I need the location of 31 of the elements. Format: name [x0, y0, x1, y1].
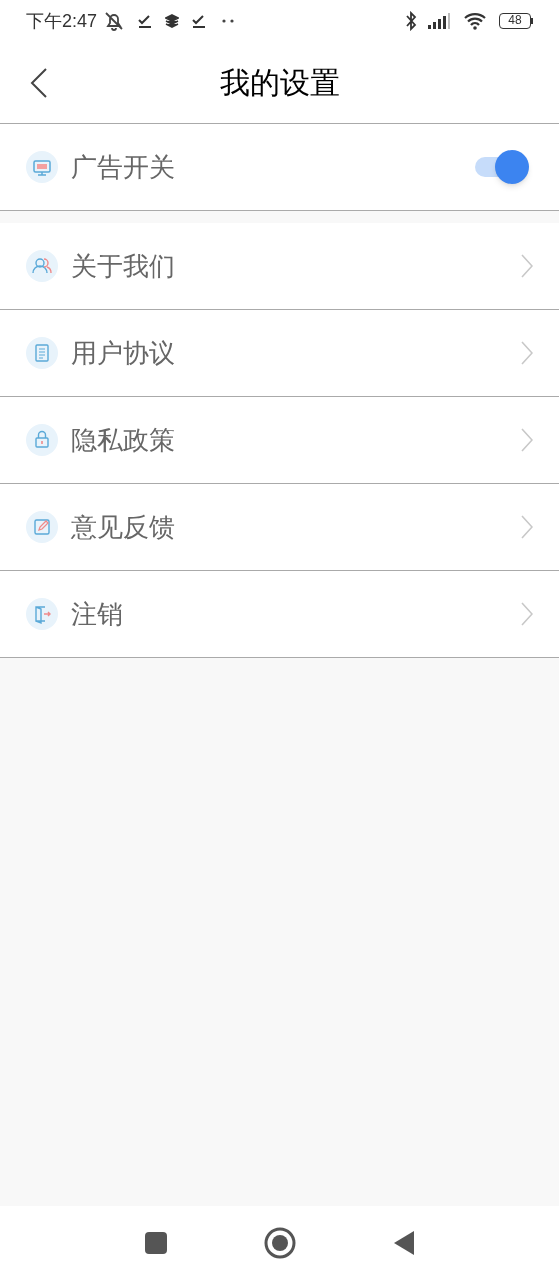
- layers-icon: [165, 14, 180, 28]
- more-dots-icon: [221, 18, 236, 24]
- chevron-right-icon: [521, 515, 533, 539]
- chevron-right-icon: [521, 254, 533, 278]
- ad-screen-icon: [26, 151, 58, 183]
- battery-indicator: 48: [499, 13, 533, 29]
- document-icon: [26, 337, 58, 369]
- edit-icon: [26, 511, 58, 543]
- status-time: 下午2:47: [26, 9, 98, 33]
- menu-item[interactable]: 意见反馈: [0, 484, 559, 571]
- menu-item[interactable]: 注销: [0, 571, 559, 658]
- bluetooth-icon: [405, 11, 417, 31]
- back-icon[interactable]: [30, 66, 48, 99]
- menu-item[interactable]: 用户协议: [0, 310, 559, 397]
- menu-item[interactable]: 关于我们: [0, 223, 559, 310]
- exit-door-icon: [26, 598, 58, 630]
- ad-toggle-switch[interactable]: [475, 150, 529, 184]
- home-button[interactable]: [263, 1227, 296, 1259]
- recent-apps-button[interactable]: [143, 1231, 168, 1255]
- page-title: 我的设置: [219, 65, 340, 101]
- wifi-icon: [463, 12, 487, 30]
- check-icon: [191, 13, 208, 29]
- check-icon: [137, 13, 154, 29]
- setting-label: 广告开关: [71, 150, 175, 184]
- chevron-right-icon: [521, 341, 533, 365]
- chevron-right-icon: [521, 428, 533, 452]
- lock-icon: [26, 424, 58, 456]
- chevron-right-icon: [521, 602, 533, 626]
- menu-item[interactable]: 隐私政策: [0, 397, 559, 484]
- signal-icon: [427, 13, 451, 29]
- people-icon: [26, 250, 58, 282]
